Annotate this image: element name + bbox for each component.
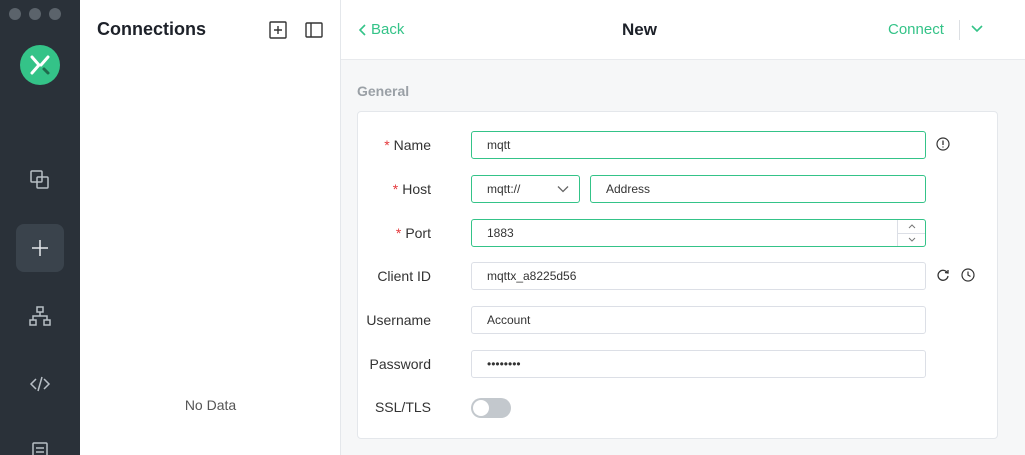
connect-button[interactable]: Connect bbox=[888, 21, 944, 38]
username-label: Username bbox=[366, 312, 431, 328]
ssl-toggle[interactable] bbox=[471, 398, 511, 418]
rail-code-button[interactable] bbox=[16, 360, 64, 408]
sidebar-icon bbox=[305, 22, 323, 38]
client-id-value: mqttx_a8225d56 bbox=[487, 269, 577, 283]
refresh-client-id-button[interactable] bbox=[936, 268, 950, 282]
copy-icon bbox=[30, 170, 49, 189]
connections-panel: Connections No Data bbox=[80, 0, 341, 455]
header-divider bbox=[959, 20, 960, 40]
port-decrement-button[interactable] bbox=[898, 234, 925, 247]
mqttx-logo-icon bbox=[30, 55, 50, 75]
rail-scripts-button[interactable] bbox=[16, 292, 64, 340]
name-label-text: Name bbox=[393, 137, 431, 153]
password-label: Password bbox=[369, 356, 431, 372]
chevron-down-icon bbox=[557, 186, 569, 193]
new-collection-button[interactable] bbox=[268, 20, 288, 40]
info-circle-icon bbox=[936, 137, 950, 151]
rail-log-button[interactable] bbox=[16, 428, 64, 455]
plus-icon bbox=[32, 240, 48, 256]
close-window-button[interactable] bbox=[9, 8, 21, 20]
section-title-general: General bbox=[357, 83, 410, 99]
sitemap-icon bbox=[29, 306, 51, 326]
page-title: New bbox=[622, 20, 657, 39]
maximize-window-button[interactable] bbox=[49, 8, 61, 20]
rail-new-connection-button[interactable] bbox=[16, 224, 64, 272]
add-square-icon bbox=[269, 21, 287, 39]
ssl-toggle-knob bbox=[473, 400, 489, 416]
chevron-up-icon bbox=[908, 224, 915, 229]
host-label-text: Host bbox=[402, 181, 431, 197]
general-form-card: * Name mqtt * Host mqtt:// Address * Port 1… bbox=[357, 111, 998, 439]
minimize-window-button[interactable] bbox=[29, 8, 41, 20]
port-increment-button[interactable] bbox=[898, 220, 925, 234]
required-mark: * bbox=[384, 137, 390, 153]
port-label: * Port bbox=[396, 225, 431, 241]
name-info-button[interactable] bbox=[936, 137, 950, 151]
username-placeholder: Account bbox=[487, 313, 531, 327]
protocol-value: mqtt:// bbox=[487, 182, 521, 196]
host-label: * Host bbox=[393, 181, 431, 197]
required-mark: * bbox=[392, 181, 399, 197]
name-input[interactable]: mqtt bbox=[471, 131, 926, 159]
ssl-label: SSL/TLS bbox=[374, 399, 431, 415]
password-input[interactable]: •••••••• bbox=[471, 350, 926, 378]
port-stepper[interactable]: 1883 bbox=[471, 219, 926, 247]
required-mark: * bbox=[395, 225, 402, 241]
client-id-time-button[interactable] bbox=[961, 268, 975, 282]
connect-options-button[interactable] bbox=[970, 22, 984, 41]
main-content: Back New Connect General * Name mqtt * Hos… bbox=[341, 0, 1025, 455]
connections-title: Connections bbox=[97, 19, 207, 39]
password-value: •••••••• bbox=[487, 357, 521, 371]
port-value: 1883 bbox=[487, 226, 514, 240]
chevron-down-icon bbox=[908, 237, 915, 242]
name-label: * Name bbox=[384, 137, 431, 153]
rail-connections-button[interactable] bbox=[16, 156, 64, 204]
port-label-text: Port bbox=[405, 225, 431, 241]
top-bar: Back New Connect bbox=[341, 0, 1025, 60]
app-logo bbox=[20, 45, 60, 85]
left-rail bbox=[0, 0, 80, 455]
name-value: mqtt bbox=[487, 138, 511, 152]
empty-state-text: No Data bbox=[184, 397, 237, 413]
refresh-icon bbox=[937, 269, 949, 281]
port-spin-buttons bbox=[897, 220, 925, 246]
client-id-input[interactable]: mqttx_a8225d56 bbox=[471, 262, 926, 290]
chevron-down-icon bbox=[971, 25, 983, 33]
code-icon bbox=[29, 376, 51, 392]
username-input[interactable]: Account bbox=[471, 306, 926, 334]
host-address-input[interactable]: Address bbox=[590, 175, 926, 203]
clock-icon bbox=[961, 268, 975, 282]
host-address-placeholder: Address bbox=[606, 182, 651, 196]
toggle-panel-button[interactable] bbox=[304, 20, 324, 40]
window-controls bbox=[9, 8, 61, 20]
client-id-label: Client ID bbox=[377, 268, 431, 284]
protocol-select[interactable]: mqtt:// bbox=[471, 175, 580, 203]
log-icon bbox=[32, 442, 48, 455]
